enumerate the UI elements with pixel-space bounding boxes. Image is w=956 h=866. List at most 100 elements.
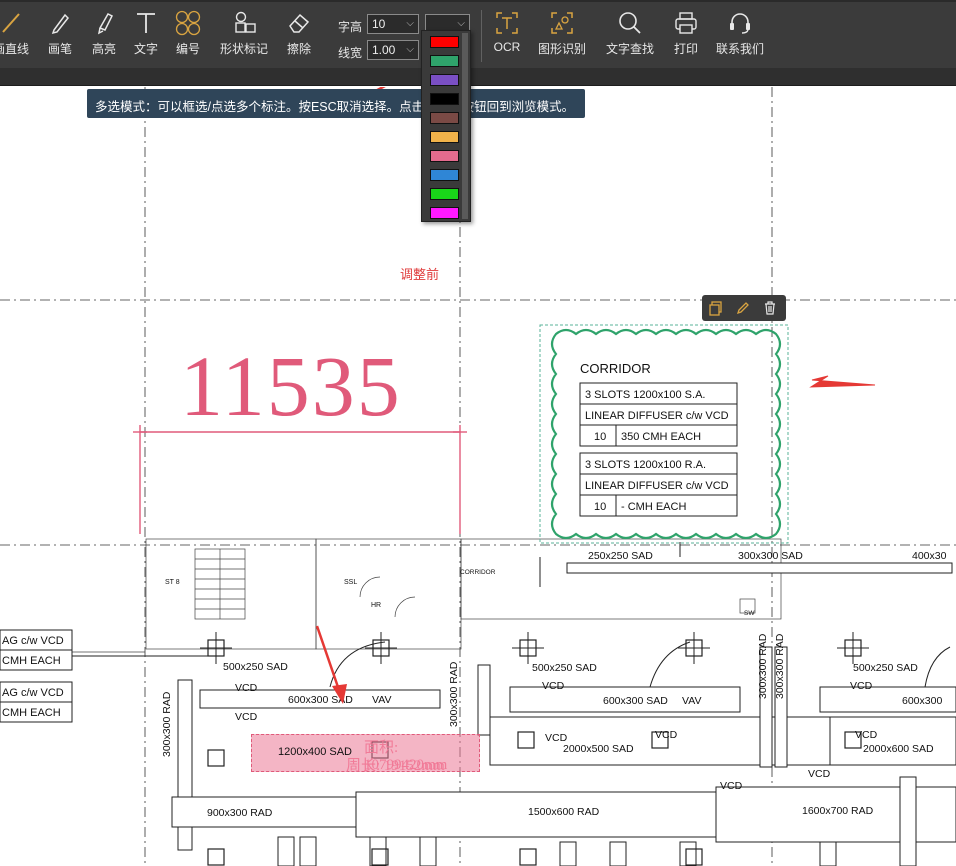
shape-recognize-icon: [551, 12, 573, 34]
duct-label: 300x300 RAD: [448, 661, 460, 727]
measure-annotation[interactable]: 1200x400 SAD 面积: 10799420mm 周长: 19152mm: [251, 734, 480, 774]
chevron-down-icon: ⌵: [457, 18, 465, 29]
line-icon: [2, 13, 20, 33]
corridor-row: 3 SLOTS 1200x100 R.A.: [585, 459, 706, 471]
duct-label: 1200x400 SAD: [278, 746, 352, 758]
tool-text-search-label: 文字查找: [605, 42, 654, 56]
tool-shape-mark-label: 形状标记: [219, 42, 268, 56]
ocr-icon: [496, 12, 518, 34]
corridor-title: CORRIDOR: [580, 361, 651, 376]
duct-label: 2000x500 SAD: [563, 743, 634, 755]
trash-icon[interactable]: [762, 300, 778, 316]
left-label-3: AG c/w VCD: [2, 687, 64, 699]
tool-contact[interactable]: 联系我们: [714, 10, 766, 66]
room-label-ssl: SSL: [344, 579, 357, 586]
line-width-label: 线宽: [338, 46, 363, 60]
color-swatch[interactable]: [430, 169, 459, 181]
duct-label: 300x300 RAD: [774, 633, 786, 699]
left-label-4: CMH EACH: [2, 707, 61, 719]
corridor-row: LINEAR DIFFUSER c/w VCD: [585, 410, 729, 422]
dimension-line[interactable]: [133, 425, 467, 534]
corridor-row: 350 CMH EACH: [621, 431, 701, 443]
tool-number-label: 编号: [175, 42, 200, 56]
drawing-canvas[interactable]: ST 8 SSL HR CORRIDOR SW AG c/w VCD CMH E…: [0, 87, 956, 866]
vcd-label: VCD: [855, 729, 878, 741]
color-dropdown: [421, 30, 471, 222]
chevron-down-icon: ⌵: [406, 44, 414, 55]
search-icon: [619, 12, 641, 34]
app-window: 画直线 画笔 高亮 文字 编号 形状标记: [0, 0, 956, 866]
duct-label: 300x300 RAD: [161, 691, 173, 757]
scrollbar[interactable]: [462, 33, 468, 219]
vcd-label: VCD: [850, 680, 873, 692]
duct-label: 300x300 RAD: [757, 633, 769, 699]
duct-label: 900x300 RAD: [207, 807, 273, 819]
color-swatch[interactable]: [430, 112, 459, 124]
left-label-2: CMH EACH: [2, 655, 61, 667]
measure-perimeter: 周长: 19152mm: [346, 758, 445, 774]
tool-highlight[interactable]: 高亮: [84, 10, 124, 66]
tool-pen-label: 画笔: [47, 42, 72, 56]
duct-label: 600x300: [902, 695, 942, 707]
arrow-annotation[interactable]: [809, 375, 876, 388]
vcd-label: VCD: [655, 729, 678, 741]
color-swatch[interactable]: [430, 131, 459, 143]
duct-label: 250x250 SAD: [588, 550, 653, 562]
tool-line[interactable]: 画直线: [0, 10, 34, 66]
duct-label: 1500x600 RAD: [528, 806, 600, 818]
tool-text-search[interactable]: 文字查找: [604, 10, 656, 66]
line-width-select[interactable]: 1.00 ⌵: [367, 40, 419, 60]
tool-text[interactable]: 文字: [126, 10, 166, 66]
copy-icon[interactable]: [708, 300, 724, 316]
line-width-value: 1.00: [372, 43, 396, 57]
tool-shape-recognize[interactable]: 图形识别: [534, 10, 590, 66]
text-icon: [137, 13, 155, 33]
edit-icon[interactable]: [735, 300, 751, 316]
color-swatch[interactable]: [430, 207, 459, 219]
color-swatch[interactable]: [430, 74, 459, 86]
tool-number[interactable]: 编号: [168, 10, 208, 66]
room-label-sw: SW: [744, 610, 755, 617]
tool-ocr-label: OCR: [493, 40, 521, 54]
tool-line-label: 画直线: [0, 42, 29, 56]
main-toolbar: 画直线 画笔 高亮 文字 编号 形状标记: [0, 0, 956, 68]
color-swatch[interactable]: [430, 93, 459, 105]
room-label-corridor: CORRIDOR: [460, 569, 496, 576]
corridor-row: 3 SLOTS 1200x100 S.A.: [585, 389, 705, 401]
dimension-value[interactable]: 11535: [180, 336, 402, 436]
font-size-value: 10: [372, 17, 386, 31]
duct-label: 1600x700 RAD: [802, 805, 874, 817]
toolbar-subbar: [0, 68, 956, 86]
tool-highlight-label: 高亮: [91, 42, 116, 56]
shape-mark-icon: [235, 11, 256, 33]
pen-icon: [51, 13, 70, 35]
eraser-icon: [289, 13, 310, 33]
tool-contact-label: 联系我们: [715, 42, 764, 56]
tool-shape-mark[interactable]: 形状标记: [216, 10, 272, 66]
font-size-select[interactable]: 10 ⌵: [367, 14, 419, 34]
color-swatch[interactable]: [430, 55, 459, 67]
tool-ocr[interactable]: OCR: [488, 10, 526, 66]
multi-select-tooltip: 多选模式：可以框选/点选多个标注。按ESC取消选择。点击工具栏按钮回到浏览模式。: [87, 89, 585, 118]
room-label-st: ST 8: [165, 579, 180, 586]
tool-print-label: 打印: [673, 42, 698, 56]
tool-print[interactable]: 打印: [668, 10, 704, 66]
tool-pen[interactable]: 画笔: [40, 10, 80, 66]
corridor-row: LINEAR DIFFUSER c/w VCD: [585, 480, 729, 492]
color-swatch[interactable]: [430, 36, 459, 48]
corridor-qty: 10: [594, 431, 606, 443]
tool-erase[interactable]: 擦除: [279, 10, 319, 66]
left-label-1: AG c/w VCD: [2, 635, 64, 647]
vav-label: VAV: [682, 695, 701, 707]
vcd-label: VCD: [545, 732, 568, 744]
tool-shape-recognize-label: 图形识别: [537, 42, 586, 56]
note-text[interactable]: 调整前: [400, 264, 439, 283]
color-swatch[interactable]: [430, 188, 459, 200]
font-size-label: 字高: [338, 20, 363, 34]
tool-erase-label: 擦除: [286, 42, 311, 56]
vav-label: VAV: [372, 694, 391, 706]
color-swatch[interactable]: [430, 150, 459, 162]
corridor-qty: 10: [594, 501, 606, 513]
printer-icon: [675, 12, 697, 34]
chevron-down-icon: ⌵: [406, 18, 414, 29]
